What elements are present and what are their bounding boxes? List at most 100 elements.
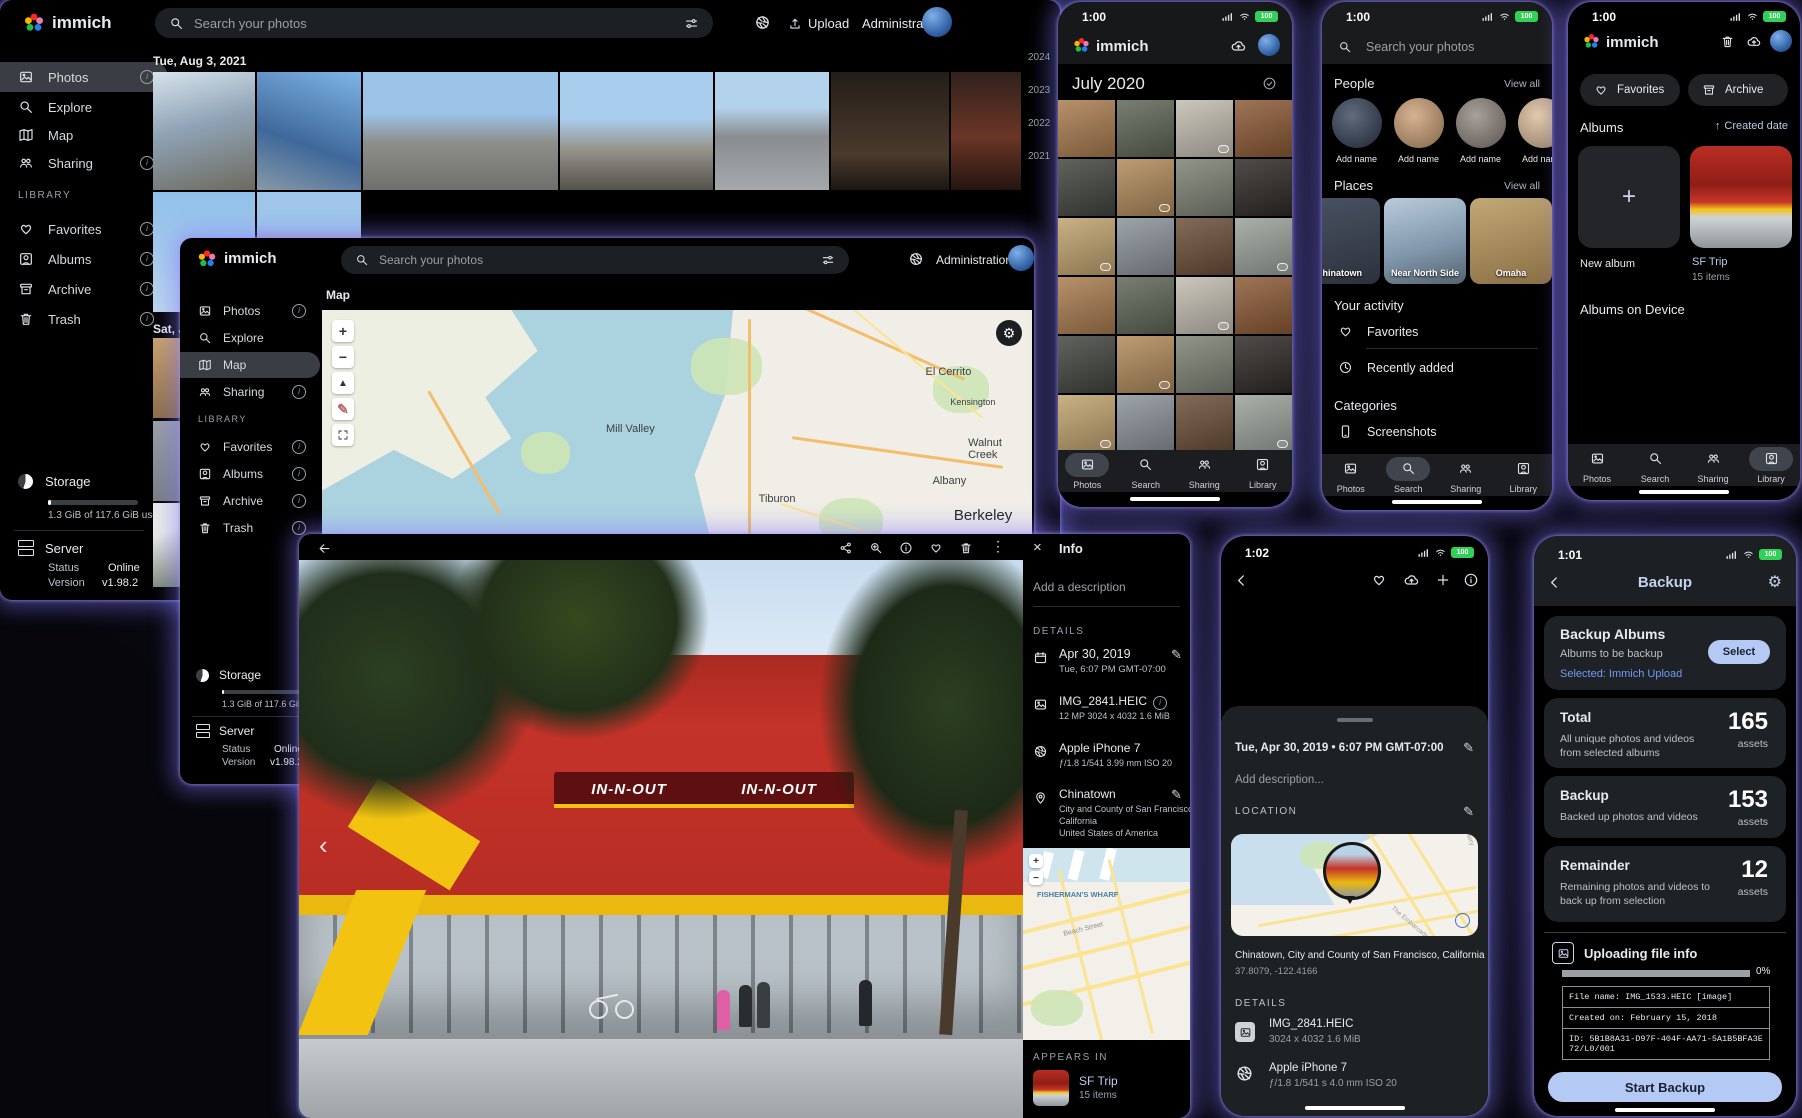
photo-tile[interactable] xyxy=(1235,100,1292,157)
sidebar-item-map[interactable]: Map xyxy=(180,352,320,378)
photo-map-marker[interactable] xyxy=(1323,842,1381,900)
nav-tab-search[interactable]: Search xyxy=(1124,453,1168,490)
nav-tab-search[interactable]: Search xyxy=(1633,447,1677,484)
photo-stage[interactable]: IN-N-OUT IN-N-OUT ‹ xyxy=(299,560,1023,1118)
nav-tab-photos[interactable]: Photos xyxy=(1329,457,1373,494)
photo-tile[interactable] xyxy=(1235,218,1292,275)
info-icon[interactable]: i xyxy=(292,304,306,318)
photo-tile[interactable] xyxy=(363,72,558,190)
map-draw-button[interactable]: ✎ xyxy=(332,398,354,420)
nav-tab-library[interactable]: Library xyxy=(1749,447,1793,484)
back-icon[interactable] xyxy=(1233,572,1250,589)
photo-tile[interactable] xyxy=(257,72,361,190)
info-icon[interactable]: i xyxy=(292,494,306,508)
administration-link[interactable]: Administration xyxy=(936,253,1012,267)
avatar[interactable] xyxy=(1770,30,1792,52)
nav-tab-sharing[interactable]: Sharing xyxy=(1691,447,1735,484)
photo-tile[interactable] xyxy=(1117,277,1174,334)
info-icon[interactable]: i xyxy=(140,312,154,326)
home-indicator[interactable] xyxy=(1392,500,1482,504)
info-icon[interactable]: i xyxy=(140,70,154,84)
sidebar-item-map[interactable]: Map xyxy=(0,120,168,150)
photo-tile[interactable] xyxy=(1058,395,1115,450)
info-icon[interactable] xyxy=(899,541,913,555)
gear-icon[interactable]: ⚙ xyxy=(1768,572,1782,592)
photo-tile[interactable] xyxy=(1117,336,1174,393)
zoom-in-icon[interactable] xyxy=(869,541,883,555)
description-input[interactable]: Add description... xyxy=(1235,774,1324,786)
search-input[interactable]: Search your photos xyxy=(1366,40,1474,54)
back-icon[interactable] xyxy=(317,541,332,556)
photo-tile[interactable] xyxy=(1235,159,1292,216)
nav-tab-library[interactable]: Library xyxy=(1241,453,1285,490)
info-icon[interactable]: i xyxy=(140,282,154,296)
photo-tile[interactable] xyxy=(1176,395,1233,450)
scrubber-year[interactable]: 2022 xyxy=(1028,118,1050,129)
home-indicator[interactable] xyxy=(1639,490,1729,494)
people-view-all[interactable]: View all xyxy=(1504,78,1540,90)
photo-tile[interactable] xyxy=(1176,159,1233,216)
category-screenshots[interactable]: Screenshots xyxy=(1338,424,1436,439)
scrubber-year[interactable]: 2024 xyxy=(1028,52,1050,63)
activity-favorites[interactable]: Favorites xyxy=(1338,324,1418,339)
photo-tile[interactable] xyxy=(1176,336,1233,393)
location-map-card[interactable]: San Francisco Ferry The Embarcadero xyxy=(1231,834,1478,936)
nav-tab-sharing[interactable]: Sharing xyxy=(1182,453,1226,490)
map-zoom-out-button[interactable]: − xyxy=(332,346,354,368)
album-tile[interactable] xyxy=(1690,146,1792,248)
sidebar-item-albums[interactable]: Albumsi xyxy=(0,244,168,274)
nav-tab-library[interactable]: Library xyxy=(1501,457,1545,494)
photo-tile[interactable] xyxy=(1058,336,1115,393)
info-icon[interactable]: i xyxy=(140,252,154,266)
upload-button[interactable]: Upload xyxy=(788,16,849,31)
favorite-icon[interactable] xyxy=(929,541,943,555)
new-album-tile[interactable]: + xyxy=(1578,146,1680,248)
sidebar-item-albums[interactable]: Albumsi xyxy=(180,461,320,487)
add-name-label[interactable]: Add name xyxy=(1336,154,1377,164)
place-tile[interactable]: Omaha xyxy=(1470,198,1552,284)
photo-tile[interactable] xyxy=(1117,159,1174,216)
file-info-icon[interactable]: i xyxy=(1153,696,1167,710)
add-name-label[interactable]: Add name xyxy=(1398,154,1439,164)
add-icon[interactable] xyxy=(1435,572,1451,588)
mini-map-zoom-out[interactable]: − xyxy=(1029,871,1043,885)
map-fullscreen-button[interactable] xyxy=(332,424,354,446)
edit-date-icon[interactable]: ✎ xyxy=(1171,647,1182,663)
delete-icon[interactable] xyxy=(959,541,973,555)
close-icon[interactable]: × xyxy=(1033,539,1042,556)
theme-toggle-icon[interactable] xyxy=(754,14,771,31)
avatar[interactable] xyxy=(1008,245,1034,271)
info-icon[interactable]: i xyxy=(292,440,306,454)
mini-map-zoom-in[interactable]: + xyxy=(1029,854,1043,868)
info-icon[interactable] xyxy=(1463,572,1479,588)
nav-tab-search[interactable]: Search xyxy=(1386,457,1430,494)
photo-tile[interactable] xyxy=(1117,218,1174,275)
filter-sliders-icon[interactable] xyxy=(684,16,699,31)
sidebar-item-explore[interactable]: Explore xyxy=(0,92,168,122)
select-button[interactable]: Select xyxy=(1708,640,1770,664)
photo-tile[interactable] xyxy=(1117,100,1174,157)
info-icon[interactable]: i xyxy=(292,521,306,535)
sidebar-item-photos[interactable]: Photosi xyxy=(0,62,168,92)
photo-tile[interactable] xyxy=(1176,100,1233,157)
photo-tile[interactable] xyxy=(1058,277,1115,334)
drag-handle[interactable] xyxy=(1337,718,1373,722)
info-icon[interactable]: i xyxy=(292,467,306,481)
share-icon[interactable] xyxy=(839,541,853,555)
sidebar-item-sharing[interactable]: Sharingi xyxy=(180,379,320,405)
edit-date-icon[interactable]: ✎ xyxy=(1463,740,1474,756)
back-icon[interactable] xyxy=(1546,574,1563,591)
cloud-sync-icon[interactable] xyxy=(1746,34,1762,50)
info-icon[interactable]: i xyxy=(140,222,154,236)
sidebar-item-trash[interactable]: Trashi xyxy=(180,515,320,541)
home-indicator[interactable] xyxy=(1130,497,1220,501)
person-face[interactable] xyxy=(1518,98,1552,148)
photo-tile[interactable] xyxy=(715,72,829,190)
photo-tile[interactable] xyxy=(1176,277,1233,334)
album-name[interactable]: SF Trip xyxy=(1692,256,1727,268)
place-tile[interactable]: Chinatown xyxy=(1322,198,1380,284)
avatar[interactable] xyxy=(922,7,952,37)
info-icon[interactable]: i xyxy=(140,156,154,170)
edit-location-icon[interactable]: ✎ xyxy=(1463,804,1474,820)
select-all-icon[interactable] xyxy=(1262,76,1277,91)
